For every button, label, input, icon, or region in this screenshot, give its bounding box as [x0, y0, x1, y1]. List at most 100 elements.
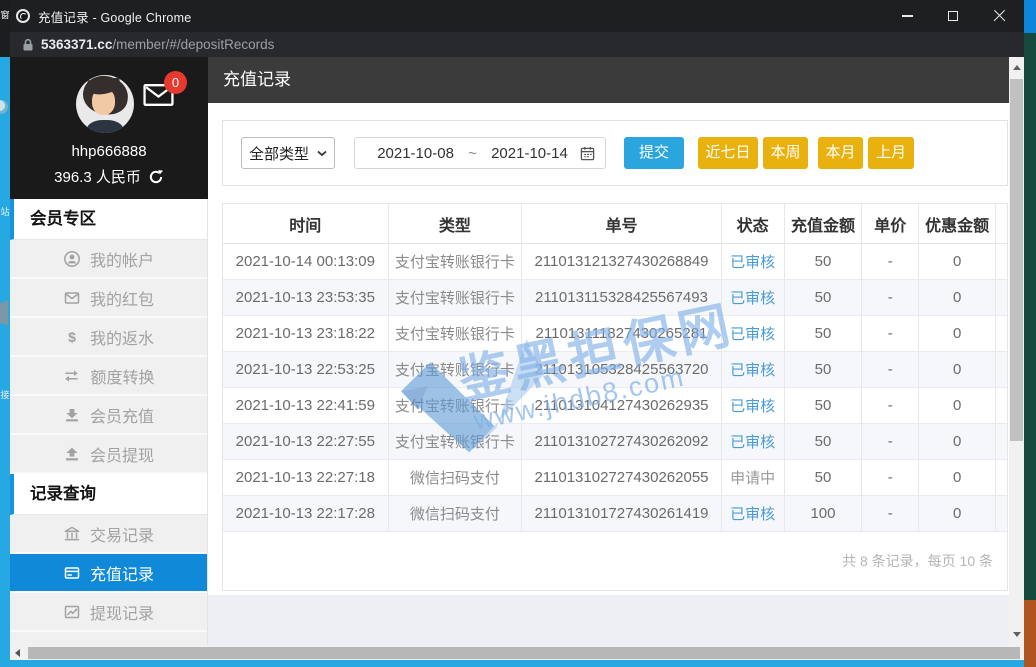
- cell-status: 已审核: [722, 280, 785, 315]
- clipped-column: [996, 204, 1007, 243]
- cell-status: 已审核: [722, 244, 785, 279]
- quick-range-thisweek-button[interactable]: 本周: [763, 137, 808, 169]
- clipped-column: [996, 424, 1007, 459]
- cell-price: -: [862, 424, 919, 459]
- sidebar-item-user[interactable]: 我的帐户: [10, 240, 207, 279]
- withdraw-icon: [63, 445, 81, 463]
- url-bar[interactable]: 5363371.cc/member/#/depositRecords: [10, 32, 1024, 57]
- quick-range-lastmonth-button[interactable]: 上月: [868, 137, 914, 169]
- scroll-up-arrow-icon[interactable]: [1013, 65, 1021, 70]
- user-icon: [63, 250, 81, 268]
- column-header: 优惠金额: [919, 204, 996, 243]
- cell-type: 支付宝转账银行卡: [389, 352, 523, 387]
- sidebar-item-red-packet[interactable]: 我的红包: [10, 279, 207, 318]
- sidebar-item-label: 提现记录: [90, 600, 154, 624]
- submit-button[interactable]: 提交: [624, 137, 684, 169]
- cell-type: 支付宝转账银行卡: [389, 244, 523, 279]
- desktop-blue-fragment: [1024, 0, 1036, 33]
- desktop-right-strip: [1024, 0, 1036, 667]
- cell-time: 2021-10-13 23:18:22: [223, 316, 389, 351]
- column-header: 类型: [389, 204, 523, 243]
- site-favicon-icon: [16, 9, 30, 23]
- avatar[interactable]: [76, 75, 134, 133]
- cell-price: -: [862, 244, 919, 279]
- cell-discount: 0: [919, 316, 996, 351]
- scroll-down-arrow-icon[interactable]: [1013, 632, 1021, 637]
- bank-icon: [63, 525, 81, 543]
- cell-discount: 0: [919, 460, 996, 495]
- browser-window: 充值记录 - Google Chrome 5363371.cc/member/#…: [10, 0, 1024, 660]
- cell-time: 2021-10-14 00:13:09: [223, 244, 389, 279]
- sidebar-item-chart[interactable]: 提现记录: [10, 593, 207, 632]
- cell-discount: 0: [919, 424, 996, 459]
- cell-type: 支付宝转账银行卡: [389, 280, 523, 315]
- cell-amount: 50: [785, 388, 863, 423]
- clipped-column: [996, 352, 1007, 387]
- table-row: 2021-10-13 22:27:55支付宝转账银行卡2110131027274…: [223, 424, 1007, 460]
- cell-type: 支付宝转账银行卡: [389, 388, 523, 423]
- type-select[interactable]: 全部类型: [241, 137, 335, 169]
- cell-time: 2021-10-13 22:27:55: [223, 424, 389, 459]
- sidebar-item-deposit[interactable]: 会员充值: [10, 396, 207, 435]
- minimize-button[interactable]: [884, 0, 930, 32]
- date-range-input[interactable]: 2021-10-08 ~ 2021-10-14: [354, 137, 606, 169]
- sidebar-item-dollar[interactable]: $我的返水: [10, 318, 207, 357]
- desktop-text-fragment: 站: [0, 205, 10, 218]
- transfer-icon: [62, 367, 81, 385]
- refresh-icon[interactable]: [148, 169, 164, 185]
- balance-row: 396.3 人民币: [10, 166, 208, 187]
- desktop-green-fragment: [1024, 33, 1036, 600]
- deposit-icon: [63, 406, 81, 424]
- page-title: 充值记录: [223, 70, 291, 89]
- records-table: 时间类型单号状态充值金额单价优惠金额 2021-10-14 00:13:09支付…: [222, 203, 1008, 591]
- table-row: 2021-10-13 22:53:25支付宝转账银行卡2110131053284…: [223, 352, 1007, 388]
- sidebar-item-label: 充值记录: [90, 561, 154, 585]
- cell-time: 2021-10-13 22:27:18: [223, 460, 389, 495]
- column-header: 充值金额: [785, 204, 863, 243]
- clipped-column: [996, 244, 1007, 279]
- url-text: 5363371.cc/member/#/depositRecords: [41, 37, 274, 52]
- card-icon: [63, 564, 81, 582]
- desktop-globe-icon: [0, 100, 8, 114]
- cell-amount: 50: [785, 280, 863, 315]
- sidebar-item-withdraw[interactable]: 会员提现: [10, 435, 207, 474]
- sidebar-item-transfer[interactable]: 额度转换: [10, 357, 207, 396]
- sidebar-item-bank[interactable]: 交易记录: [10, 515, 207, 554]
- table-footer: 共 8 条记录，每页 10 条: [223, 532, 1007, 590]
- maximize-button[interactable]: [930, 0, 976, 32]
- cell-price: -: [862, 460, 919, 495]
- filter-panel: 全部类型 2021-10-08 ~ 2021-10-14 提交: [222, 120, 1008, 186]
- date-from: 2021-10-08: [365, 145, 466, 162]
- sidebar-item-label: 我的红包: [90, 286, 154, 310]
- cell-amount: 50: [785, 352, 863, 387]
- cell-time: 2021-10-13 22:17:28: [223, 496, 389, 531]
- table-row: 2021-10-13 22:17:28微信扫码支付211013101727430…: [223, 496, 1007, 532]
- vertical-scrollbar-thumb[interactable]: [1010, 79, 1023, 441]
- cell-status: 申请中: [722, 460, 785, 495]
- horizontal-scrollbar[interactable]: [10, 645, 1024, 660]
- cell-status: 已审核: [722, 316, 785, 351]
- cell-price: -: [862, 352, 919, 387]
- scroll-left-arrow-icon[interactable]: [15, 649, 20, 657]
- desktop-text-fragment: 窗: [0, 8, 10, 21]
- screen: 窗 站 接 充值记录 - Google Chrome 5363371.cc/me…: [0, 0, 1036, 667]
- close-button[interactable]: [976, 0, 1022, 32]
- cell-time: 2021-10-13 22:41:59: [223, 388, 389, 423]
- balance-value: 396.3 人民币: [54, 166, 141, 187]
- cell-order: 211013101727430261419: [522, 496, 721, 531]
- quick-range-last7days-button[interactable]: 近七日: [698, 137, 758, 169]
- cell-amount: 50: [785, 460, 863, 495]
- cell-status: 已审核: [722, 388, 785, 423]
- vertical-scrollbar[interactable]: [1009, 57, 1024, 645]
- lock-icon: [22, 38, 34, 52]
- table-row: 2021-10-14 00:13:09支付宝转账银行卡2110131213274…: [223, 244, 1007, 280]
- cell-type: 支付宝转账银行卡: [389, 424, 523, 459]
- desktop-left-strip: 窗 站 接: [0, 0, 10, 667]
- quick-range-thismonth-button[interactable]: 本月: [818, 137, 863, 169]
- horizontal-scrollbar-thumb[interactable]: [28, 647, 1020, 659]
- cell-time: 2021-10-13 23:53:35: [223, 280, 389, 315]
- cell-order: 211013105328425563720: [522, 352, 721, 387]
- sidebar-item-card[interactable]: 充值记录: [10, 554, 207, 593]
- sidebar-item-label: 我的帐户: [90, 247, 154, 271]
- table-row: 2021-10-13 22:41:59支付宝转账银行卡2110131041274…: [223, 388, 1007, 424]
